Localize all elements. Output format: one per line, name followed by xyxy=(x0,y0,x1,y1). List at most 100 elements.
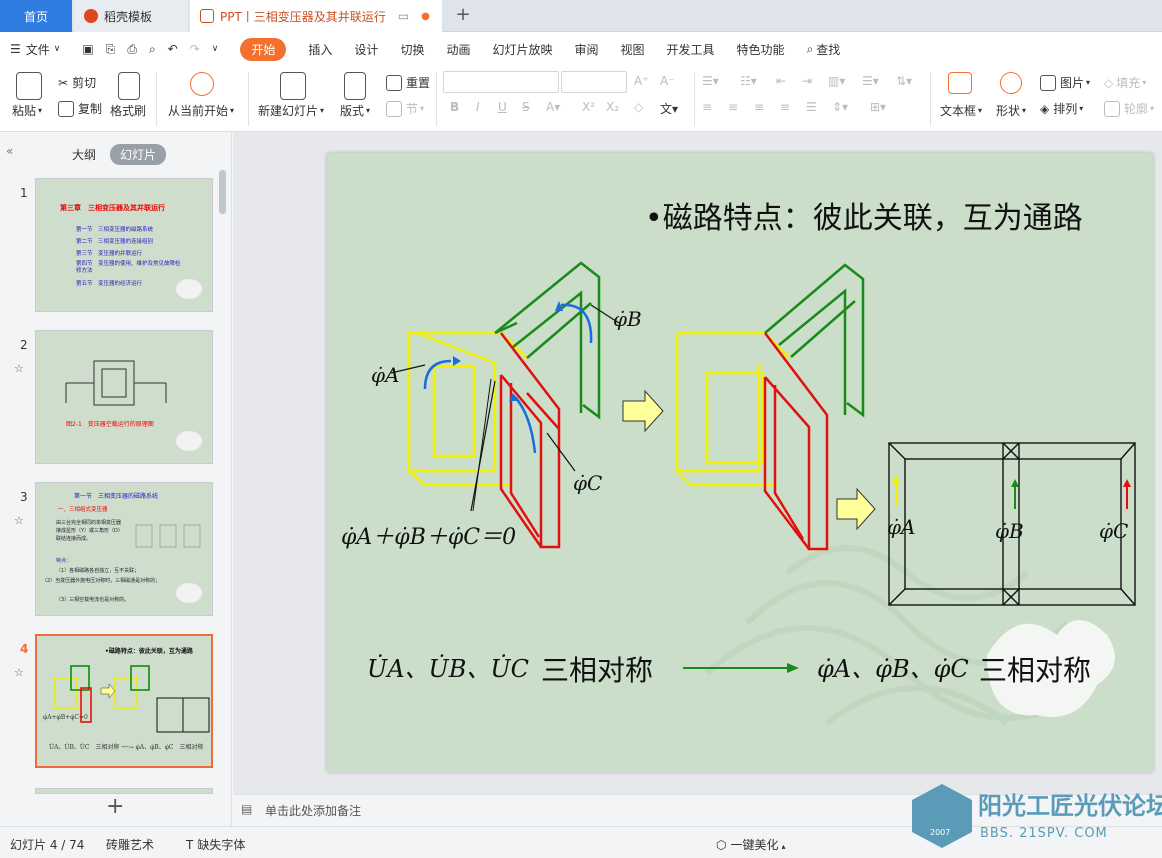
bold-icon[interactable]: B xyxy=(450,100,459,114)
font-color-icon[interactable]: A▾ xyxy=(546,100,560,114)
menu-special[interactable]: 特色功能 xyxy=(737,41,785,58)
line-spacing-icon[interactable]: ☰▾ xyxy=(862,74,879,88)
paste-icon[interactable] xyxy=(16,72,42,100)
new-slide-icon[interactable] xyxy=(280,72,306,100)
thumb-item: （2）当变压器外施电压对称时，三相磁通是对称的； xyxy=(42,578,161,584)
bullet-list-icon[interactable]: ☰▾ xyxy=(702,74,719,88)
arrange-button[interactable]: ◈ 排列 ▾ xyxy=(1040,100,1083,117)
fill-button[interactable]: ◇ 填充 ▾ xyxy=(1104,74,1146,91)
missing-font-button[interactable]: T 缺失字体 xyxy=(186,836,245,853)
new-tab-button[interactable]: + xyxy=(452,4,474,26)
arrange-label: 排列 xyxy=(1053,102,1078,116)
para-spacing-icon[interactable]: ⇕▾ xyxy=(832,100,848,114)
format-painter-icon[interactable] xyxy=(118,72,140,100)
font-name-select[interactable] xyxy=(443,71,559,93)
subscript-icon[interactable]: X₂ xyxy=(606,100,619,114)
menu-slideshow[interactable]: 幻灯片放映 xyxy=(492,41,552,58)
redo-icon[interactable]: ↷ xyxy=(190,42,200,56)
slide-thumbnail-1[interactable]: 第三章 三相变压器及其并联运行 第一节 三相变压器的磁路系统 第二节 三相变压器… xyxy=(35,178,213,312)
distribute-icon[interactable]: ☰ xyxy=(806,100,817,114)
beautify-button[interactable]: ⬡ 一键美化 ▴ xyxy=(716,836,786,853)
layout-icon[interactable] xyxy=(344,72,366,100)
play-from-current-icon[interactable] xyxy=(190,72,214,96)
thumb-line: 第三节 变压器的并联运行 xyxy=(76,251,143,257)
add-slide-button[interactable]: + xyxy=(106,794,124,819)
slide-thumbnail-4[interactable]: •磁路特点：彼此关联，互为通路 φ̇A+φ̇B+φ̇C=0 U̇A、U̇B、U̇… xyxy=(35,634,213,768)
font-size-select[interactable] xyxy=(561,71,627,93)
align-center-icon[interactable]: ≡ xyxy=(728,100,738,114)
cut-button[interactable]: ✂ 剪切 xyxy=(58,74,96,91)
undo-icon[interactable]: ↶ xyxy=(168,42,178,56)
menu-design[interactable]: 设计 xyxy=(354,41,378,58)
beautify-icon: ⬡ xyxy=(716,838,727,852)
tab-home[interactable]: 首页 xyxy=(0,0,72,32)
numbered-list-icon[interactable]: ☷▾ xyxy=(740,74,757,88)
text-box-icon[interactable] xyxy=(948,72,972,94)
paste-button[interactable]: 粘贴 ▾ xyxy=(12,102,42,119)
separator xyxy=(930,72,931,126)
paste-label: 粘贴 xyxy=(12,104,37,118)
thumb-item: （1）各相磁路各自独立，互不关联； xyxy=(56,568,140,574)
menu-review[interactable]: 审阅 xyxy=(574,41,598,58)
phonetic-icon[interactable]: 文▾ xyxy=(660,100,678,117)
columns-icon[interactable]: ▥▾ xyxy=(828,74,845,88)
tab-docer-templates[interactable]: 稻壳模板 xyxy=(74,0,188,32)
tab-active-document[interactable]: PPT丨三相变压器及其并联运行 ▭ ● xyxy=(190,0,442,32)
section-button[interactable]: 节 ▾ xyxy=(386,100,424,117)
menu-transitions[interactable]: 切换 xyxy=(400,41,424,58)
outline-label: 轮廓 xyxy=(1124,102,1149,116)
menu-file[interactable]: ☰ 文件 ∨ xyxy=(10,41,60,58)
layout-button[interactable]: 版式 ▾ xyxy=(340,102,370,119)
menu-start[interactable]: 开始 xyxy=(240,37,287,61)
panel-scrollbar[interactable] xyxy=(219,170,226,214)
from-current-button[interactable]: 从当前开始 ▾ xyxy=(168,102,234,119)
superscript-icon[interactable]: X² xyxy=(582,100,595,114)
menu-search[interactable]: ⌕ 查找 xyxy=(807,41,841,58)
reset-button[interactable]: 重置 xyxy=(386,74,430,91)
menu-search-label: 查找 xyxy=(816,42,841,57)
font-size-decrease-icon[interactable]: A⁻ xyxy=(660,74,675,88)
underline-icon[interactable]: U xyxy=(498,100,507,114)
menu-insert[interactable]: 插入 xyxy=(308,41,332,58)
menu-view[interactable]: 视图 xyxy=(621,41,645,58)
indent-increase-icon[interactable]: ⇥ xyxy=(802,74,812,88)
box-flux-label-a: φ̇A xyxy=(887,515,916,539)
justify-icon[interactable]: ≡ xyxy=(780,100,790,114)
picture-button[interactable]: 图片 ▾ xyxy=(1040,74,1090,91)
quick-access-more-icon[interactable]: ∨ xyxy=(212,44,219,54)
save-icon[interactable]: ▣ xyxy=(82,42,93,56)
print-preview-icon[interactable]: ⌕ xyxy=(149,42,156,57)
collapse-panel-icon[interactable]: « xyxy=(6,144,13,158)
tab-screen-icon[interactable]: ▭ xyxy=(398,9,409,23)
shape-button[interactable]: 形状 ▾ xyxy=(996,102,1026,119)
shape-icon[interactable] xyxy=(1000,72,1022,94)
text-direction-icon[interactable]: ⇅▾ xyxy=(896,74,912,88)
align-right-icon[interactable]: ≡ xyxy=(754,100,764,114)
current-slide[interactable]: •磁路特点：彼此关联，互为通路 φ̇A φ̇B φ̇C φ̇A＋φ̇B＋φ̇C＝… xyxy=(327,153,1153,772)
menu-developer[interactable]: 开发工具 xyxy=(667,41,715,58)
export-icon[interactable]: ⎘ xyxy=(106,42,116,57)
text-box-button[interactable]: 文本框 ▾ xyxy=(940,102,982,119)
menu-animations[interactable]: 动画 xyxy=(446,41,470,58)
print-icon[interactable]: ⎙ xyxy=(127,42,137,57)
slide-number: 4 xyxy=(20,642,29,656)
align-left-icon[interactable]: ≡ xyxy=(702,100,712,114)
copy-button[interactable]: 复制 xyxy=(58,100,102,117)
outline-button[interactable]: 轮廓 ▾ xyxy=(1104,100,1154,117)
font-size-increase-icon[interactable]: A⁺ xyxy=(634,74,649,88)
slide-thumbnail-2[interactable]: 图2-1 变压器空载运行的原理图 xyxy=(35,330,213,464)
clear-format-icon[interactable]: ◇ xyxy=(634,100,643,114)
theme-name[interactable]: 砖雕艺术 xyxy=(106,836,154,853)
dragon-logo-icon xyxy=(176,583,202,603)
flux-label-b: φ̇B xyxy=(613,307,642,331)
align-text-icon[interactable]: ⊞▾ xyxy=(870,100,886,114)
indent-decrease-icon[interactable]: ⇤ xyxy=(776,74,786,88)
slide-thumbnail-3[interactable]: 第一节 三相变压器的磁路系统 一、三相组式变压器 由三台完全相同的单相变压器接成… xyxy=(35,482,213,616)
tab-outline[interactable]: 大纲 xyxy=(72,146,96,163)
tab-slides[interactable]: 幻灯片 xyxy=(110,144,167,165)
flux-phasors: φ̇A、φ̇B、φ̇C xyxy=(817,655,969,683)
italic-icon[interactable]: I xyxy=(476,100,480,114)
strikethrough-icon[interactable]: S xyxy=(522,100,530,114)
format-painter-button[interactable]: 格式刷 xyxy=(110,102,146,119)
new-slide-button[interactable]: 新建幻灯片 ▾ xyxy=(258,102,324,119)
